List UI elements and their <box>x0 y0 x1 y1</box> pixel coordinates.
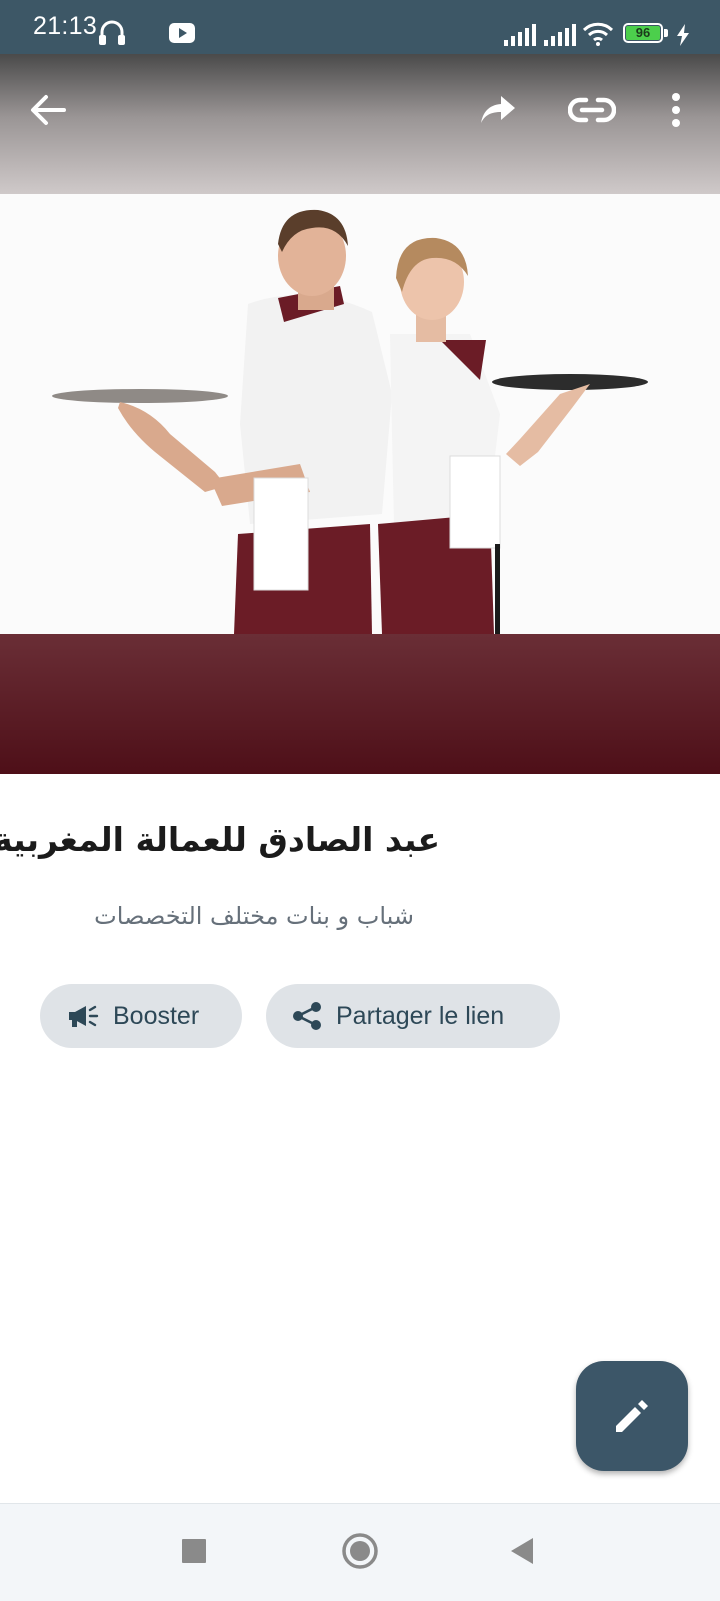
back-triangle-icon[interactable] <box>502 1531 542 1571</box>
share-link-button[interactable]: Partager le lien <box>266 984 560 1048</box>
youtube-icon <box>169 23 195 48</box>
headset-icon <box>98 20 126 51</box>
boost-label: Booster <box>113 1001 200 1030</box>
status-bar: 21:13 96 <box>0 0 720 54</box>
home-circle-icon[interactable] <box>338 1529 382 1573</box>
app-bar <box>0 54 720 194</box>
megaphone-icon <box>67 1003 99 1029</box>
signal-icon <box>504 24 536 51</box>
system-nav-bar <box>0 1503 720 1601</box>
boost-button[interactable]: Booster <box>40 984 242 1048</box>
photo-footer <box>0 634 720 774</box>
listing-description: شباب و بنات مختلف التخصصات <box>94 902 414 930</box>
recents-square-icon[interactable] <box>174 1531 214 1571</box>
listing-title: عبد الصادق للعمالة المغربية <box>0 820 440 859</box>
edit-fab[interactable] <box>576 1361 688 1471</box>
charging-icon <box>676 24 690 51</box>
wifi-icon <box>582 22 614 51</box>
battery-level: 96 <box>635 25 651 40</box>
listing-photo[interactable] <box>0 194 720 774</box>
status-time: 21:13 <box>33 12 98 40</box>
share-link-label: Partager le lien <box>336 1001 505 1030</box>
signal-icon <box>544 24 576 51</box>
back-arrow-icon[interactable] <box>22 84 74 136</box>
waiters-photo <box>0 194 720 634</box>
share-icon <box>292 1001 322 1031</box>
share-forward-icon[interactable] <box>472 84 524 136</box>
more-vert-icon[interactable] <box>656 84 696 136</box>
battery-icon: 96 <box>623 23 669 45</box>
link-icon[interactable] <box>565 84 619 136</box>
edit-pencil-icon <box>612 1396 652 1436</box>
